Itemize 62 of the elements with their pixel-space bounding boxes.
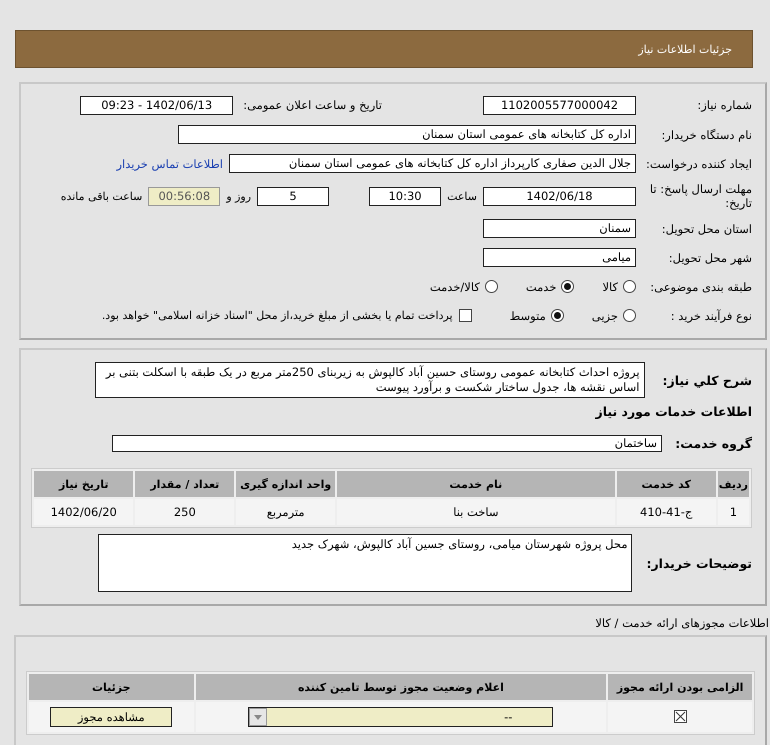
column-header: نام خدمت (337, 471, 615, 497)
buyer-contact-link[interactable]: اطلاعات تماس خریدار (116, 156, 223, 170)
field-label: شماره نیاز: (696, 98, 752, 112)
section-title: اطلاعات خدمات مورد نیاز (594, 404, 752, 419)
radio-button[interactable] (623, 280, 636, 293)
deadline-date-field: 1402/06/18 (483, 186, 636, 206)
table-cell: ج-41-410 (616, 499, 716, 525)
need-number-field: 1102005577000042 (483, 96, 636, 114)
radio-button[interactable] (550, 309, 564, 322)
field-label: طبقه بندی موضوعی: (649, 280, 752, 294)
payment-note: پرداخت تمام یا بخشی از مبلغ خرید،از محل "اسناد خزانه اسلامی" خواهد بود. (102, 309, 453, 322)
checkbox[interactable] (458, 309, 472, 322)
radio-button[interactable] (561, 280, 574, 293)
field-label: نام دستگاه خریدار: (660, 128, 752, 142)
option-label: جزیی (592, 308, 618, 322)
buyer-notes-text: محل پروژه شهرستان میامی، روستای جسین آباد کالپوش، شهرک جدید (98, 534, 632, 592)
column-header: واحد اندازه گیری (236, 471, 336, 497)
buyer-org-field: اداره کل کتابخانه های عمومی استان سمنان (178, 125, 636, 144)
table-cell: 1 (718, 499, 749, 525)
description-text: پروژه احداث کتابخانه عمومی روستای حسین آباد کالپوش به زیربنای 250متر مربع در یک طبقه با اسکلت بتنی بر اساس نقشه ها، جدول ساختار شکست و برآورد پیوست (94, 362, 645, 398)
field-label: تاریخ و ساعت اعلان عمومی: (243, 98, 382, 112)
field-label: استان محل تحویل: (660, 222, 752, 236)
field-label: شرح کلي نياز: (662, 372, 752, 388)
city-field: میامی (483, 248, 636, 267)
field-label: گروه خدمت: (674, 436, 752, 451)
field-label: ساعت باقی مانده (60, 190, 142, 202)
section-title: اطلاعات مجوزهای ارائه خدمت / کالا (595, 616, 769, 630)
field-label: توضیحات خریدار: (646, 556, 752, 570)
column-header: الزامی بودن ارائه مجوز (608, 674, 752, 700)
radio-button[interactable] (484, 280, 498, 293)
option-label: متوسط (510, 308, 546, 322)
option-label: خدمت (526, 280, 556, 294)
field-label: نوع فرآیند خرید : (670, 308, 752, 322)
table-cell: ساخت بنا (337, 499, 615, 525)
column-header: کد خدمت (616, 471, 716, 497)
announce-date-field: 1402/06/13 - 09:23 (80, 96, 234, 114)
field-label: روز و (226, 190, 252, 202)
page-title: جزئیات اطلاعات نیاز (638, 42, 732, 56)
service-group-field: ساختمان (112, 435, 662, 452)
field-label: ساعت (447, 190, 477, 202)
field-label: ایجاد کننده درخواست: (645, 156, 752, 170)
option-label: کالا/خدمت (430, 280, 480, 294)
requester-field: جلال الدین صفاری کارپرداز اداره کل کتابخانه های عمومی استان سمنان (229, 154, 636, 173)
dropdown-value: -- (504, 710, 512, 724)
table-cell: مترمربع (236, 499, 336, 525)
column-header: تعداد / مقدار (135, 471, 234, 497)
status-dropdown[interactable]: -- (248, 707, 554, 727)
deadline-time-field: 10:30 (369, 186, 442, 206)
table-cell: 250 (135, 499, 234, 525)
column-header: ردیف (718, 471, 749, 497)
days-field: 5 (257, 186, 330, 206)
radio-button[interactable] (623, 309, 636, 322)
field-label: شهر محل تحویل: (668, 250, 752, 264)
table-cell: 1402/06/20 (34, 499, 134, 525)
view-permit-button[interactable]: مشاهده مجوز (50, 707, 172, 727)
column-header: تاریخ نیاز (34, 471, 134, 497)
option-label: کالا (602, 280, 618, 294)
column-header: اعلام وضعیت مجوز توسط تامین کننده (196, 674, 606, 700)
column-header: جزئیات (29, 674, 194, 700)
field-label: مهلت ارسال پاسخ: تا تاریخ: (648, 182, 752, 210)
province-field: سمنان (483, 219, 636, 238)
remaining-time-field: 00:56:08 (148, 186, 220, 206)
